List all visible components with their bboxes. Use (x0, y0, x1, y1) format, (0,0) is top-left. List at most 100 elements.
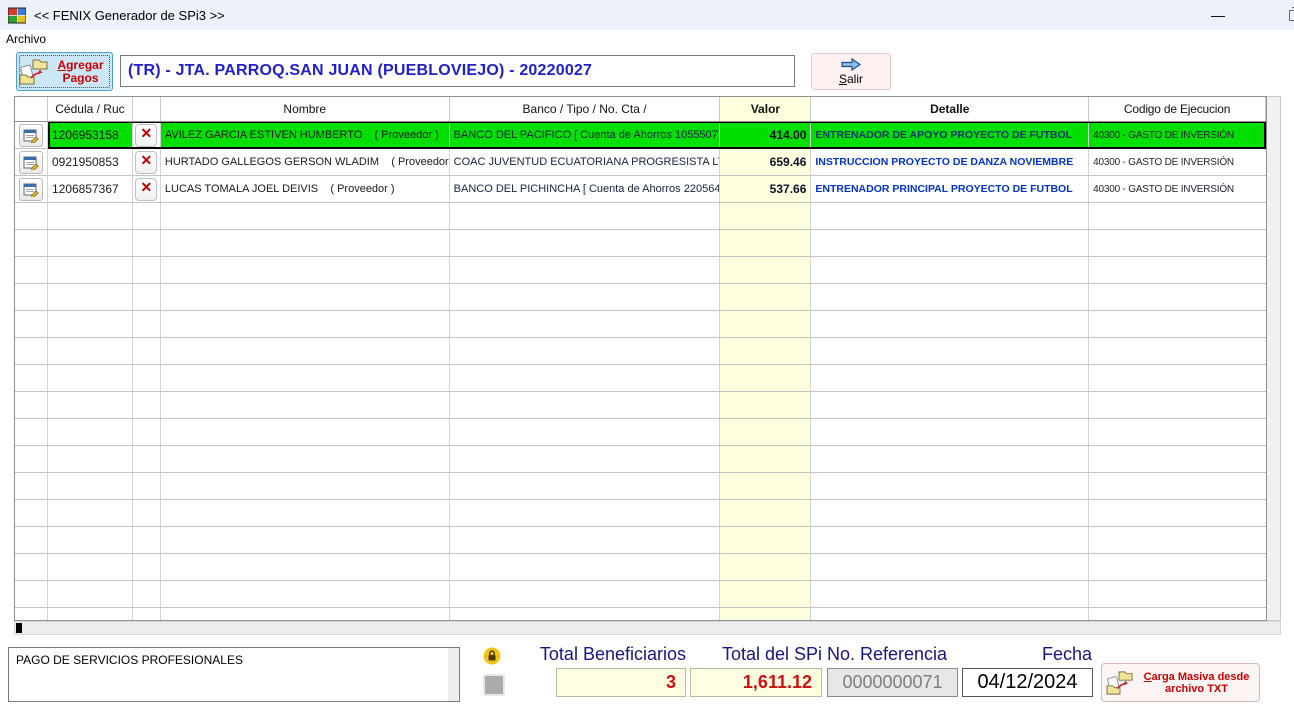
edit-cell (15, 230, 48, 256)
total-spi-label: Total del SPi (700, 644, 822, 666)
edit-row-button[interactable] (19, 178, 43, 201)
delete-cell: ✕ (133, 176, 161, 202)
codigo-cell (1089, 311, 1266, 337)
table-row[interactable]: 0921950853✕HURTADO GALLEGOS GERSON WLADI… (15, 149, 1266, 176)
nombre-cell: LUCAS TOMALA JOEL DEIVIS ( Proveedor ) (161, 176, 450, 202)
cedula-cell (48, 473, 133, 499)
banco-cell (450, 257, 721, 283)
edit-row-button[interactable] (19, 151, 43, 174)
detalle-cell (811, 338, 1089, 364)
status-square-button[interactable] (483, 674, 505, 696)
table-row[interactable]: 1206953158✕AVILEZ GARCIA ESTIVEN HUMBERT… (15, 122, 1266, 149)
banco-cell: COAC JUVENTUD ECUATORIANA PROGRESISTA LT… (450, 149, 721, 175)
edit-cell (15, 527, 48, 553)
table-body: 1206953158✕AVILEZ GARCIA ESTIVEN HUMBERT… (15, 122, 1266, 621)
codigo-cell (1089, 473, 1266, 499)
table-row[interactable] (15, 554, 1266, 581)
banco-cell (450, 365, 721, 391)
salir-button[interactable]: Salir (811, 53, 891, 90)
agregar-pagos-button[interactable]: Agregar Pagos (16, 52, 113, 91)
table-row[interactable] (15, 365, 1266, 392)
fecha-field[interactable]: 04/12/2024 (962, 668, 1093, 697)
codigo-cell (1089, 338, 1266, 364)
valor-cell (720, 446, 811, 472)
title-bar: << FENIX Generador de SPi3 >> — (0, 0, 1294, 30)
nombre-cell (161, 284, 450, 310)
exit-arrow-icon (840, 58, 862, 71)
detalle-cell (811, 365, 1089, 391)
edit-form-icon (23, 155, 39, 170)
nombre-cell (161, 257, 450, 283)
nombre-cell (161, 527, 450, 553)
description-scrollbar[interactable] (448, 648, 459, 701)
delete-row-button[interactable]: ✕ (135, 124, 157, 147)
total-spi-field[interactable]: 1,611.12 (690, 668, 822, 697)
delete-cell (133, 419, 161, 445)
payments-table: Cédula / Ruc Nombre Banco / Tipo / No. C… (14, 96, 1281, 621)
table-row[interactable] (15, 203, 1266, 230)
delete-row-button[interactable]: ✕ (135, 178, 157, 201)
codigo-cell (1089, 257, 1266, 283)
table-row[interactable] (15, 581, 1266, 608)
horizontal-scroll-thumb[interactable] (16, 623, 22, 633)
delete-cell (133, 527, 161, 553)
valor-cell (720, 500, 811, 526)
app-icon (8, 6, 26, 24)
cedula-cell (48, 284, 133, 310)
nombre-cell (161, 419, 450, 445)
cedula-cell (48, 554, 133, 580)
cedula-cell (48, 203, 133, 229)
window-title: << FENIX Generador de SPi3 >> (34, 8, 225, 23)
restore-button[interactable] (1272, 0, 1294, 30)
table-vertical-scrollbar[interactable] (1267, 96, 1281, 621)
banco-cell (450, 284, 721, 310)
nombre-cell (161, 230, 450, 256)
table-row[interactable] (15, 608, 1266, 621)
total-beneficiarios-field[interactable]: 3 (556, 668, 686, 697)
cedula-cell (48, 257, 133, 283)
valor-cell (720, 608, 811, 621)
table-row[interactable] (15, 527, 1266, 554)
detalle-cell (811, 608, 1089, 621)
cedula-cell: 0921950853 (48, 149, 133, 175)
codigo-cell (1089, 392, 1266, 418)
payment-description-field[interactable]: PAGO DE SERVICIOS PROFESIONALES (8, 647, 460, 702)
codigo-cell (1089, 365, 1266, 391)
cedula-cell (48, 419, 133, 445)
delete-cell (133, 608, 161, 621)
table-row[interactable] (15, 311, 1266, 338)
minimize-button[interactable]: — (1196, 0, 1240, 30)
detalle-cell (811, 230, 1089, 256)
table-row[interactable] (15, 257, 1266, 284)
table-row[interactable]: 1206857367✕LUCAS TOMALA JOEL DEIVIS ( Pr… (15, 176, 1266, 203)
table-row[interactable] (15, 500, 1266, 527)
detalle-cell (811, 554, 1089, 580)
nombre-cell (161, 473, 450, 499)
table-row[interactable] (15, 392, 1266, 419)
edit-row-button[interactable] (19, 124, 43, 147)
valor-cell (720, 284, 811, 310)
nombre-cell (161, 338, 450, 364)
carga-masiva-button[interactable]: Carga Masiva desde archivo TXT (1101, 663, 1260, 702)
banco-cell (450, 527, 721, 553)
document-title-field[interactable]: (TR) - JTA. PARROQ.SAN JUAN (PUEBLOVIEJO… (120, 55, 795, 87)
banco-cell: BANCO DEL PACIFICO [ Cuenta de Ahorros 1… (450, 122, 721, 148)
delete-row-button[interactable]: ✕ (135, 151, 157, 174)
nombre-cell: HURTADO GALLEGOS GERSON WLADIM ( Proveed… (161, 149, 450, 175)
table-row[interactable] (15, 446, 1266, 473)
table-row[interactable] (15, 419, 1266, 446)
menu-archivo[interactable]: Archivo (0, 32, 52, 46)
table-row[interactable] (15, 473, 1266, 500)
table-row[interactable] (15, 338, 1266, 365)
banco-cell (450, 473, 721, 499)
delete-cell (133, 554, 161, 580)
cedula-cell (48, 608, 133, 621)
valor-cell (720, 419, 811, 445)
edit-form-icon (23, 182, 39, 197)
table-horizontal-scrollbar[interactable] (14, 621, 1281, 635)
header-delete-col (133, 97, 161, 121)
banco-cell (450, 581, 721, 607)
table-row[interactable] (15, 230, 1266, 257)
table-row[interactable] (15, 284, 1266, 311)
edit-cell (15, 311, 48, 337)
